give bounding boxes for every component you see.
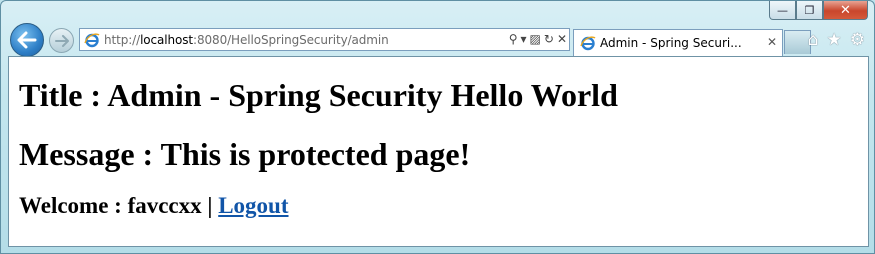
refresh-icon[interactable]: ↻ bbox=[544, 31, 554, 48]
minimize-button[interactable]: — bbox=[769, 1, 796, 20]
toolbar-icons: ⌂ ★ ⚙ bbox=[808, 31, 865, 49]
forward-button[interactable] bbox=[49, 28, 74, 53]
search-icon[interactable]: ⚲ bbox=[509, 31, 518, 48]
welcome-text: Welcome : favccxx | bbox=[19, 193, 219, 218]
address-url: http://localhost:8080/HelloSpringSecurit… bbox=[104, 32, 389, 47]
forward-arrow-icon bbox=[54, 34, 69, 47]
tab-ie-logo-icon bbox=[580, 36, 596, 51]
back-button[interactable] bbox=[10, 23, 44, 57]
compat-view-icon[interactable]: ▨ bbox=[530, 31, 541, 48]
tab-title: Admin - Spring Securi... bbox=[600, 36, 742, 50]
address-bar[interactable]: http://localhost:8080/HelloSpringSecurit… bbox=[79, 28, 570, 51]
ie-logo-icon bbox=[84, 32, 100, 47]
close-button[interactable]: ✕ bbox=[823, 1, 868, 20]
back-arrow-icon bbox=[17, 31, 37, 49]
window-controls: — ❐ ✕ bbox=[769, 1, 868, 21]
page-content: Title : Admin - Spring Security Hello Wo… bbox=[8, 56, 869, 247]
favorites-star-icon[interactable]: ★ bbox=[827, 31, 842, 49]
restore-button[interactable]: ❐ bbox=[796, 1, 823, 20]
tab-active[interactable]: Admin - Spring Securi... ✕ bbox=[573, 29, 783, 56]
page-title-heading: Title : Admin - Spring Security Hello Wo… bbox=[19, 77, 618, 113]
stop-icon[interactable]: ✕ bbox=[557, 31, 567, 48]
page-message-heading: Message : This is protected page! bbox=[19, 136, 471, 172]
tab-close-icon[interactable]: ✕ bbox=[767, 35, 777, 49]
browser-window: — ❐ ✕ http://localhost:8080/HelloSpringS… bbox=[0, 0, 875, 254]
settings-gear-icon[interactable]: ⚙ bbox=[850, 31, 865, 49]
address-tools: ⚲ ▾ ▨ ↻ ✕ bbox=[509, 31, 567, 48]
home-icon[interactable]: ⌂ bbox=[808, 31, 819, 49]
dropdown-icon[interactable]: ▾ bbox=[521, 31, 527, 48]
logout-link[interactable]: Logout bbox=[218, 193, 288, 218]
welcome-line: Welcome : favccxx | Logout bbox=[19, 193, 289, 219]
